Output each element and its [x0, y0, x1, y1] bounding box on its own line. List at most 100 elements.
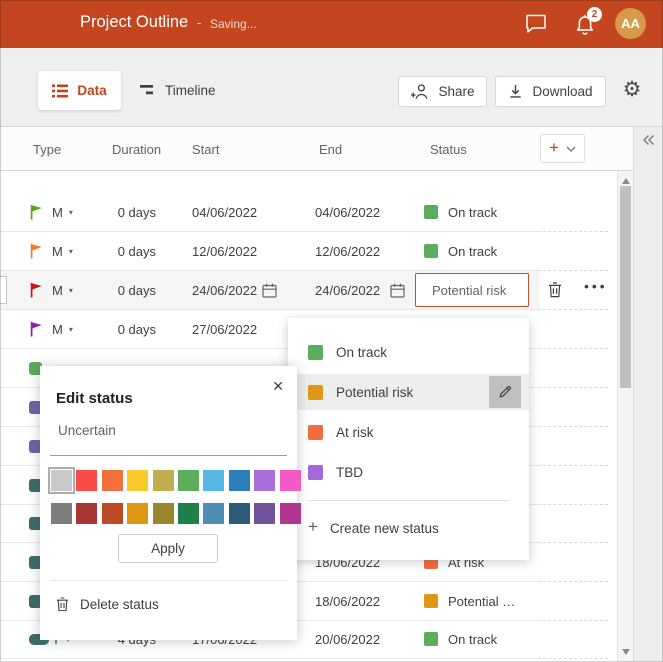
- menu-item-tbd[interactable]: TBD: [288, 454, 529, 490]
- status-name-input[interactable]: [56, 422, 284, 439]
- duration-cell[interactable]: 0 days: [98, 310, 156, 348]
- color-swatch[interactable]: [127, 470, 149, 491]
- color-swatch[interactable]: [101, 503, 123, 524]
- type-cell[interactable]: M ▾: [52, 271, 73, 309]
- color-swatch[interactable]: [152, 470, 174, 491]
- duration-cell[interactable]: 0 days: [98, 232, 156, 270]
- share-button[interactable]: Share: [398, 76, 487, 107]
- column-header-start: Start: [192, 142, 220, 157]
- tab-timeline[interactable]: Timeline: [140, 71, 216, 110]
- color-swatch[interactable]: [152, 503, 174, 524]
- row-more-options-icon[interactable]: •••: [584, 278, 608, 294]
- saving-status: Saving...: [210, 17, 257, 31]
- caret-down-icon: ▾: [68, 324, 73, 334]
- status-color-swatch: [424, 244, 438, 258]
- end-date-cell[interactable]: 12/06/2022: [315, 232, 380, 270]
- color-swatch[interactable]: [203, 503, 225, 524]
- start-date-cell[interactable]: 04/06/2022: [192, 193, 257, 231]
- apply-button[interactable]: Apply: [118, 534, 218, 563]
- color-swatch[interactable]: [203, 470, 225, 491]
- start-calendar-icon[interactable]: [262, 271, 277, 309]
- duration-cell[interactable]: 0 days: [98, 193, 156, 231]
- delete-row-trash-icon[interactable]: [548, 282, 562, 298]
- color-swatch[interactable]: [177, 503, 199, 524]
- vertical-scrollbar[interactable]: [617, 171, 633, 662]
- start-date-cell[interactable]: 12/06/2022: [192, 232, 257, 270]
- color-swatch[interactable]: [51, 503, 72, 524]
- edit-status-dialog: ✕ Edit status Apply: [40, 366, 301, 640]
- table-row[interactable]: M ▾ 0 days 12/06/2022 12/06/2022 On track: [0, 232, 608, 271]
- add-column-button[interactable]: +: [540, 134, 585, 163]
- top-bar: Project Outline - Saving... 2 AA: [0, 0, 663, 48]
- milestone-flag-icon: [29, 271, 43, 309]
- tab-data-label: Data: [77, 83, 107, 98]
- color-swatch[interactable]: [228, 503, 250, 524]
- status-color-swatch: [308, 464, 323, 480]
- delete-status-button[interactable]: Delete status: [56, 594, 159, 614]
- collapse-panel-icon[interactable]: [642, 134, 655, 146]
- type-cell[interactable]: M ▾: [52, 232, 73, 270]
- color-swatch[interactable]: [228, 470, 250, 491]
- menu-divider: [308, 500, 509, 501]
- end-date-cell[interactable]: 20/06/2022: [315, 620, 380, 658]
- duration-cell[interactable]: 0 days: [98, 271, 156, 309]
- type-cell[interactable]: M ▾: [52, 310, 73, 348]
- column-header-duration: Duration: [112, 142, 162, 157]
- trash-icon: [56, 596, 69, 611]
- color-swatch[interactable]: [48, 467, 75, 494]
- table-row-selected[interactable]: M ▾ 0 days 24/06/2022 24/06/2022 Potentia…: [0, 271, 608, 310]
- plus-icon: +: [549, 138, 559, 157]
- status-color-swatch: [424, 205, 438, 219]
- scroll-down-arrow[interactable]: [622, 649, 630, 655]
- color-swatch[interactable]: [254, 470, 276, 491]
- row-drag-handle[interactable]: [0, 276, 7, 304]
- settings-gear-icon[interactable]: ⚙: [620, 77, 644, 101]
- avatar[interactable]: AA: [615, 8, 646, 39]
- download-button[interactable]: Download: [495, 76, 606, 107]
- create-new-status-button[interactable]: + Create new status: [288, 510, 529, 546]
- color-swatch[interactable]: [127, 503, 149, 524]
- status-cell[interactable]: On track: [424, 620, 497, 658]
- chat-icon[interactable]: [525, 14, 547, 36]
- menu-item-potential-risk[interactable]: Potential risk: [288, 374, 529, 410]
- status-cell[interactable]: On track: [424, 193, 497, 231]
- end-date-cell[interactable]: 18/06/2022: [315, 582, 380, 620]
- color-swatch[interactable]: [254, 503, 276, 524]
- status-color-swatch: [424, 594, 438, 608]
- color-swatch[interactable]: [279, 470, 301, 491]
- menu-item-at-risk[interactable]: At risk: [288, 414, 529, 450]
- color-swatch[interactable]: [279, 503, 301, 524]
- status-cell-active[interactable]: Potential risk: [415, 273, 529, 307]
- table-row[interactable]: M ▾ 0 days 04/06/2022 04/06/2022 On track: [0, 193, 608, 232]
- close-icon[interactable]: ✕: [272, 378, 284, 395]
- color-swatch[interactable]: [177, 470, 199, 491]
- color-swatch[interactable]: [76, 470, 98, 491]
- end-date-cell[interactable]: 24/06/2022: [315, 271, 380, 309]
- status-cell[interactable]: Potential …: [424, 582, 515, 620]
- list-icon: [52, 84, 69, 97]
- share-person-icon: [411, 84, 428, 99]
- color-swatch[interactable]: [101, 470, 123, 491]
- start-date-cell[interactable]: 27/06/2022: [192, 310, 257, 348]
- end-date-cell[interactable]: 04/06/2022: [315, 193, 380, 231]
- color-palette: [48, 467, 301, 524]
- type-cell[interactable]: M ▾: [52, 193, 73, 231]
- column-header-end: End: [319, 142, 343, 157]
- color-swatch[interactable]: [76, 503, 98, 524]
- scrollbar-thumb[interactable]: [620, 186, 631, 388]
- menu-item-on-track[interactable]: On track: [288, 334, 529, 370]
- caret-down-icon: ▾: [68, 285, 73, 295]
- input-underline: [50, 455, 287, 456]
- timeline-icon: [140, 85, 153, 95]
- end-calendar-icon[interactable]: [390, 271, 405, 309]
- status-cell[interactable]: On track: [424, 232, 497, 270]
- app-window: Project Outline - Saving... 2 AA Data Ti…: [0, 0, 663, 662]
- tab-data[interactable]: Data: [38, 71, 121, 110]
- tab-timeline-label: Timeline: [165, 83, 216, 98]
- status-color-swatch: [308, 384, 323, 400]
- milestone-flag-icon: [29, 232, 43, 270]
- download-icon: [510, 84, 522, 98]
- scroll-up-arrow[interactable]: [622, 178, 630, 184]
- edit-status-pencil-icon[interactable]: [489, 376, 521, 408]
- start-date-cell[interactable]: 24/06/2022: [192, 271, 257, 309]
